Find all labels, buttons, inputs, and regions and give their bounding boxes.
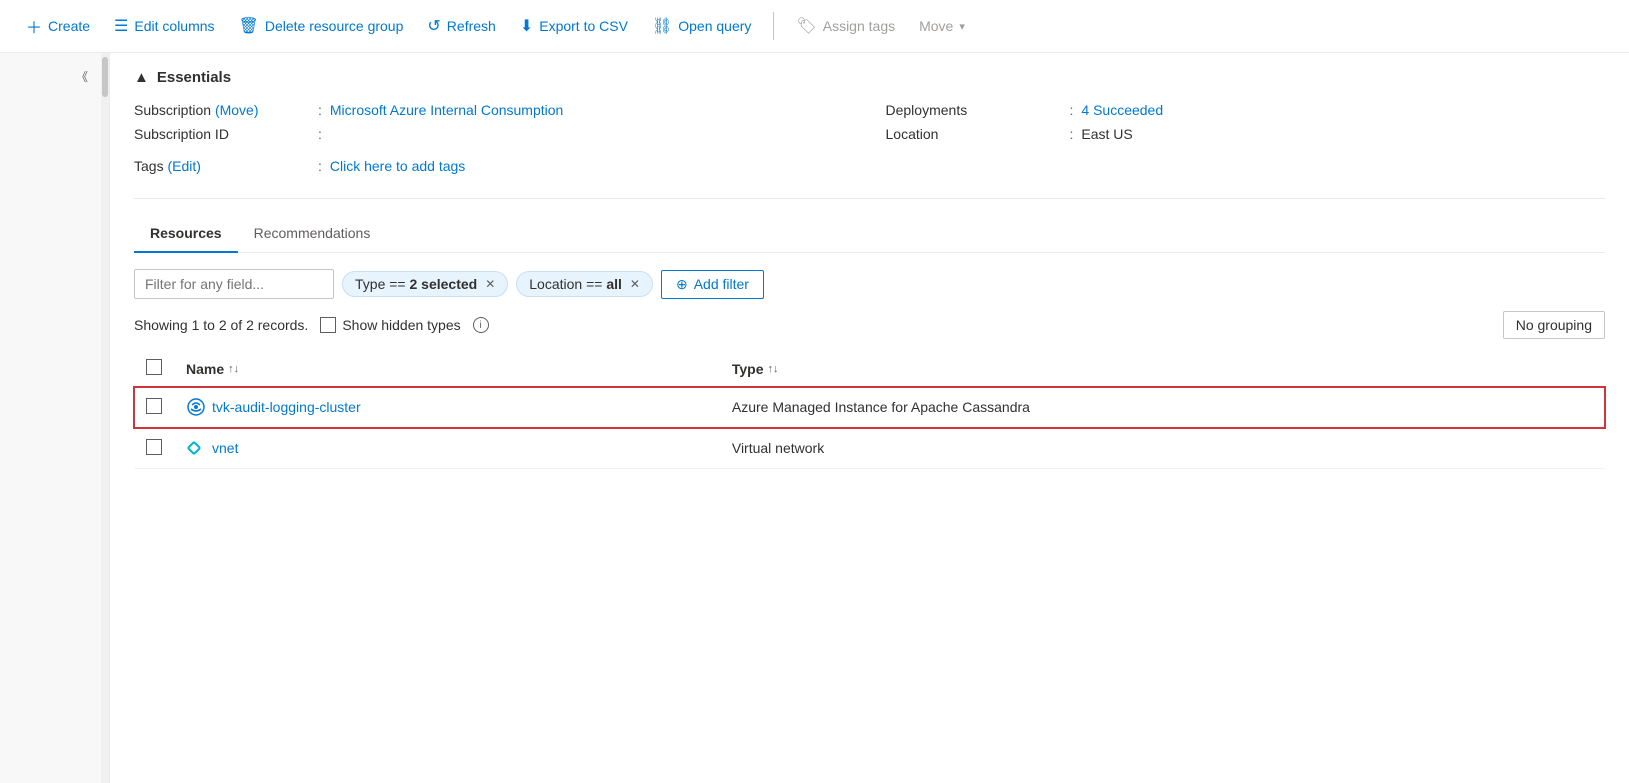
toolbar: ＋ Create ☰ Edit columns 🗑 Delete resourc… [0, 0, 1629, 53]
sidebar-collapse-button[interactable]: 《 [67, 61, 97, 91]
show-hidden-checkbox[interactable] [320, 317, 336, 333]
essentials-grid: Subscription (Move) : Microsoft Azure In… [134, 102, 1605, 182]
row-name-cell: tvk-audit-logging-cluster [174, 387, 720, 428]
columns-icon: ☰ [114, 16, 128, 36]
essentials-left-col: Subscription (Move) : Microsoft Azure In… [134, 102, 854, 182]
tags-label: Tags (Edit) [134, 158, 314, 174]
open-query-button[interactable]: ⛓ Open query [642, 10, 761, 42]
row-checkbox[interactable] [146, 398, 162, 414]
table-header: Name ↑↓ Type ↑↓ [134, 351, 1605, 387]
filters-row: Type == 2 selected ✕ Location == all ✕ ⊕… [134, 269, 1605, 299]
essentials-chevron-icon: ▲ [134, 69, 149, 86]
name-col-header: Name ↑↓ [174, 351, 720, 387]
tags-row: Tags (Edit) : Click here to add tags [134, 158, 854, 182]
essentials-title: Essentials [157, 69, 231, 86]
location-row: Location : East US [886, 126, 1606, 150]
subscription-id-row: Subscription ID : [134, 126, 854, 150]
table-row: vnet Virtual network [134, 428, 1605, 469]
row-checkbox-cell [134, 428, 174, 469]
tab-recommendations[interactable]: Recommendations [238, 215, 387, 253]
row-checkbox[interactable] [146, 439, 162, 455]
filter-plus-icon: ⊕ [676, 276, 688, 293]
tags-edit-link[interactable]: (Edit) [167, 158, 200, 174]
tag-icon: 🏷 [796, 16, 816, 36]
move-button[interactable]: Move ▾ [909, 12, 975, 40]
subscription-label: Subscription (Move) [134, 102, 314, 118]
name-sort-icon[interactable]: ↑↓ [228, 363, 239, 375]
refresh-icon: ↺ [427, 16, 440, 36]
query-icon: ⛓ [652, 16, 672, 36]
separator [773, 12, 774, 40]
plus-icon: ＋ [26, 14, 42, 38]
export-csv-button[interactable]: ⬇ Export to CSV [510, 10, 638, 42]
select-all-col [134, 351, 174, 387]
records-row: Showing 1 to 2 of 2 records. Show hidden… [134, 311, 1605, 339]
subscription-id-label: Subscription ID [134, 126, 314, 142]
edit-columns-button[interactable]: ☰ Edit columns [104, 10, 225, 42]
delete-rg-button[interactable]: 🗑 Delete resource group [229, 10, 414, 42]
tabs-container: Resources Recommendations [134, 215, 1605, 253]
add-tags-link[interactable]: Click here to add tags [330, 158, 465, 174]
table-row: tvk-audit-logging-cluster Azure Managed I… [134, 387, 1605, 428]
no-grouping-button[interactable]: No grouping [1503, 311, 1605, 339]
deployments-row: Deployments : 4 Succeeded [886, 102, 1606, 126]
essentials-section: ▲ Essentials Subscription (Move) : Micro… [134, 53, 1605, 199]
assign-tags-button[interactable]: 🏷 Assign tags [786, 10, 905, 42]
refresh-button[interactable]: ↺ Refresh [417, 10, 505, 42]
location-filter-remove-icon[interactable]: ✕ [630, 277, 640, 291]
location-value: East US [1081, 126, 1132, 142]
info-icon[interactable]: i [473, 317, 489, 333]
subscription-row: Subscription (Move) : Microsoft Azure In… [134, 102, 854, 126]
table-body: tvk-audit-logging-cluster Azure Managed I… [134, 387, 1605, 469]
subscription-value-link[interactable]: Microsoft Azure Internal Consumption [330, 102, 563, 118]
row-name-cell: vnet [174, 428, 720, 469]
type-sort-icon[interactable]: ↑↓ [768, 363, 779, 375]
filter-input[interactable] [134, 269, 334, 299]
show-hidden-types-label[interactable]: Show hidden types [320, 317, 460, 333]
location-filter-chip[interactable]: Location == all ✕ [516, 271, 653, 297]
sidebar-scrollbar[interactable] [101, 53, 109, 783]
left-sidebar: 《 [0, 53, 110, 783]
create-button[interactable]: ＋ Create [16, 8, 100, 44]
select-all-checkbox[interactable] [146, 359, 162, 375]
type-filter-remove-icon[interactable]: ✕ [485, 277, 495, 291]
trash-icon: 🗑 [239, 16, 259, 36]
essentials-right-col: Deployments : 4 Succeeded Location : Eas… [886, 102, 1606, 182]
row-checkbox-cell [134, 387, 174, 428]
scroll-thumb [102, 57, 108, 97]
resource-name-link[interactable]: vnet [212, 440, 238, 456]
add-filter-button[interactable]: ⊕ Add filter [661, 270, 764, 299]
location-label: Location [886, 126, 1066, 142]
tab-resources[interactable]: Resources [134, 215, 238, 253]
vnet-icon [186, 438, 206, 458]
essentials-header[interactable]: ▲ Essentials [134, 69, 1605, 86]
cassandra-icon [186, 397, 206, 417]
type-col-header: Type ↑↓ [720, 351, 1605, 387]
content-area: ▲ Essentials Subscription (Move) : Micro… [110, 53, 1629, 783]
deployments-label: Deployments [886, 102, 1066, 118]
row-type-cell: Azure Managed Instance for Apache Cassan… [720, 387, 1605, 428]
resources-table: Name ↑↓ Type ↑↓ tvk-audi [134, 351, 1605, 469]
resource-name-link[interactable]: tvk-audit-logging-cluster [212, 399, 361, 415]
row-type-cell: Virtual network [720, 428, 1605, 469]
download-icon: ⬇ [520, 16, 533, 36]
type-filter-chip[interactable]: Type == 2 selected ✕ [342, 271, 508, 297]
chevron-down-icon: ▾ [959, 20, 965, 33]
main-content: 《 ▲ Essentials Subscription (Move) [0, 53, 1629, 783]
records-count-text: Showing 1 to 2 of 2 records. [134, 317, 308, 333]
deployments-value-link[interactable]: 4 Succeeded [1081, 102, 1163, 118]
subscription-move-link[interactable]: (Move) [215, 102, 259, 118]
